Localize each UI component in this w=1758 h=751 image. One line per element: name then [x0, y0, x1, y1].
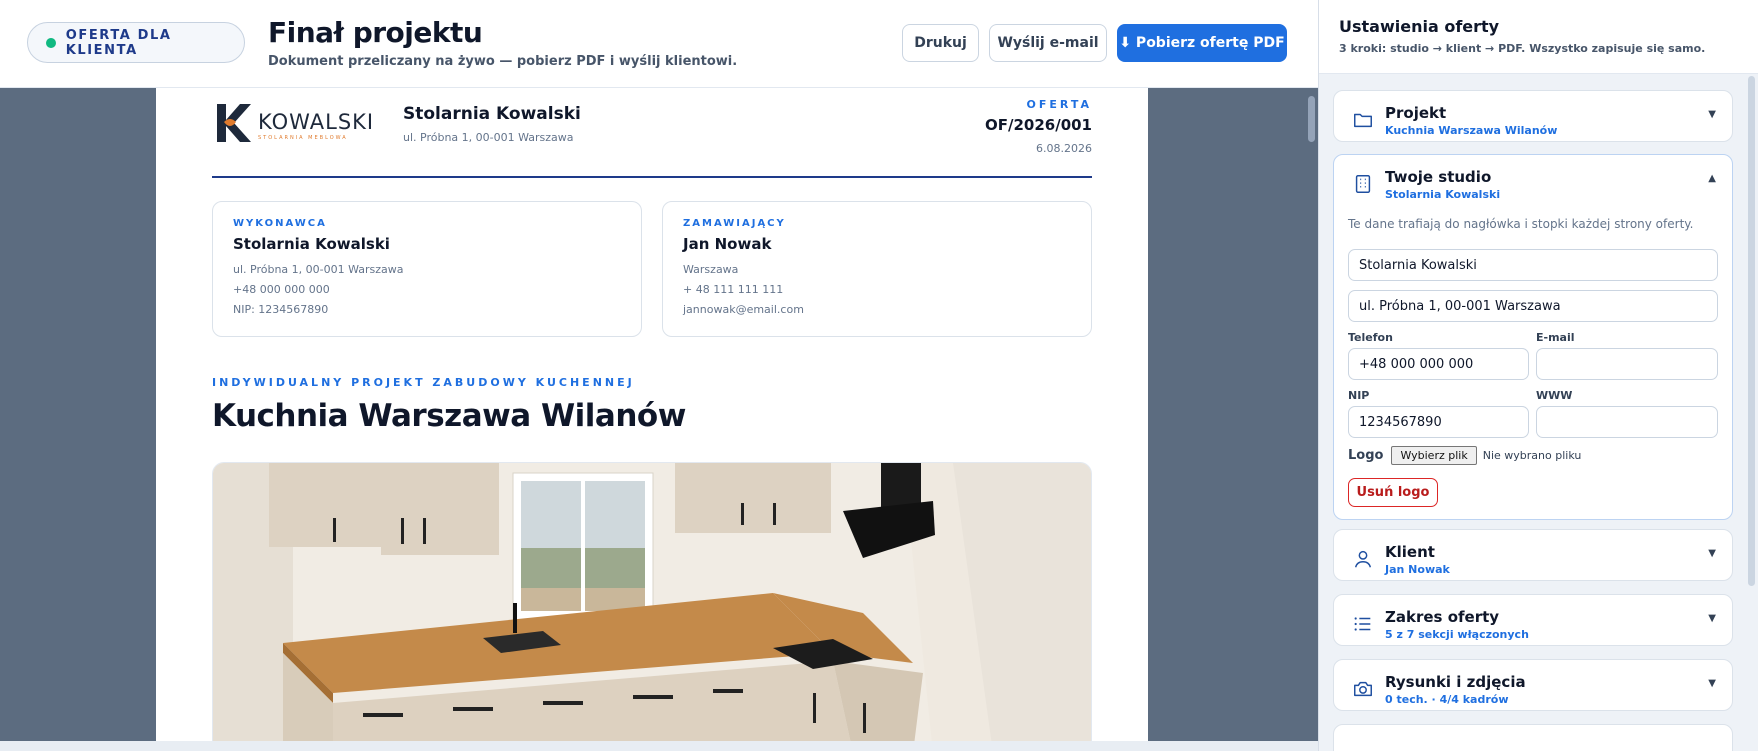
- section-next[interactable]: [1333, 724, 1733, 751]
- logo-label: Logo: [1348, 448, 1384, 463]
- www-input[interactable]: [1536, 406, 1718, 438]
- section-projekt[interactable]: Projekt Kuchnia Warszawa Wilanów ▼: [1333, 90, 1733, 142]
- contractor-card: WYKONAWCA Stolarnia Kowalski ul. Próbna …: [212, 201, 642, 337]
- section-title[interactable]: Twoje studio: [1385, 168, 1491, 186]
- folder-icon: [1354, 113, 1372, 128]
- contractor-address: ul. Próbna 1, 00-001 Warszawa: [233, 263, 404, 276]
- email-input[interactable]: [1536, 348, 1718, 380]
- chevron-down-icon: ▼: [1708, 613, 1716, 624]
- logo-tagline: STOLARNIA MEBLOWA: [258, 135, 348, 141]
- section-title: Klient: [1385, 543, 1435, 561]
- section-title: Projekt: [1385, 104, 1447, 122]
- doc-studio-name: Stolarnia Kowalski: [403, 104, 581, 124]
- section-title: Rysunki i zdjęcia: [1385, 673, 1526, 691]
- project-title: Kuchnia Warszawa Wilanów: [212, 398, 686, 434]
- client-label: ZAMAWIAJĄCY: [683, 218, 786, 229]
- top-header: OFERTA DLA KLIENTA Finał projektu Dokume…: [0, 0, 1318, 88]
- kowalski-logo-mark-icon: [217, 104, 251, 142]
- chevron-up-icon[interactable]: ▲: [1708, 173, 1716, 184]
- building-icon: [1355, 175, 1371, 193]
- studio-name-input[interactable]: [1348, 249, 1718, 281]
- chevron-down-icon: ▼: [1708, 548, 1716, 559]
- logo-upload-row: Logo Wybierz plik Nie wybrano pliku: [1348, 446, 1581, 465]
- panel-title: Ustawienia oferty: [1339, 17, 1500, 36]
- page-title: Finał projektu: [268, 16, 483, 49]
- phone-label: Telefon: [1348, 331, 1393, 344]
- status-pill-label: OFERTA DLA KLIENTA: [65, 27, 172, 58]
- user-icon: [1354, 550, 1372, 568]
- client-name: Jan Nowak: [683, 235, 772, 253]
- status-dot: [46, 37, 56, 48]
- download-pdf-button[interactable]: ⬇ Pobierz ofertę PDF: [1117, 24, 1287, 62]
- header-divider: [212, 176, 1092, 178]
- project-kicker: INDYWIDUALNY PROJEKT ZABUDOWY KUCHENNEJ: [212, 376, 635, 389]
- panel-header: Ustawienia oferty 3 kroki: studio → klie…: [1319, 0, 1758, 74]
- client-city: Warszawa: [683, 263, 739, 276]
- camera-icon: [1354, 681, 1372, 697]
- offer-status-pill: OFERTA DLA KLIENTA: [27, 22, 245, 63]
- section-zakres-oferty[interactable]: Zakres oferty 5 z 7 sekcji włączonych ▼: [1333, 594, 1733, 646]
- client-phone: + 48 111 111 111: [683, 283, 784, 296]
- client-card: ZAMAWIAJĄCY Jan Nowak Warszawa + 48 111 …: [662, 201, 1092, 337]
- phone-input[interactable]: [1348, 348, 1529, 380]
- choose-file-button[interactable]: Wybierz plik: [1391, 446, 1477, 465]
- section-title: Zakres oferty: [1385, 608, 1500, 626]
- list-icon: [1354, 617, 1371, 631]
- preview-scrollbar[interactable]: [1308, 96, 1315, 142]
- offer-date: 6.08.2026: [1036, 142, 1092, 155]
- section-summary: Stolarnia Kowalski: [1385, 188, 1501, 201]
- section-summary: 0 tech. · 4/4 kadrów: [1385, 693, 1509, 706]
- logo-wordmark: KOWALSKI: [258, 110, 375, 134]
- www-label: WWW: [1536, 389, 1573, 402]
- doc-studio-address: ul. Próbna 1, 00-001 Warszawa: [403, 131, 574, 144]
- email-label: E-mail: [1536, 331, 1575, 344]
- client-email: jannowak@email.com: [683, 303, 804, 316]
- chevron-down-icon: ▼: [1708, 109, 1716, 120]
- studio-logo: KOWALSKI STOLARNIA MEBLOWA: [214, 102, 374, 144]
- studio-address-input[interactable]: [1348, 290, 1718, 322]
- section-klient[interactable]: Klient Jan Nowak ▼: [1333, 529, 1733, 581]
- kitchen-render-image: [212, 462, 1092, 741]
- file-status: Nie wybrano pliku: [1482, 449, 1582, 462]
- chevron-down-icon: ▼: [1708, 678, 1716, 689]
- panel-subtitle: 3 kroki: studio → klient → PDF. Wszystko…: [1339, 42, 1706, 55]
- panel-scrollbar[interactable]: [1748, 76, 1755, 586]
- print-button[interactable]: Drukuj: [902, 24, 979, 62]
- studio-form-hint: Te dane trafiają do nagłówka i stopki ka…: [1348, 217, 1694, 231]
- contractor-nip: NIP: 1234567890: [233, 303, 329, 316]
- nip-label: NIP: [1348, 389, 1370, 402]
- contractor-name: Stolarnia Kowalski: [233, 235, 390, 253]
- send-email-button[interactable]: Wyślij e-mail: [989, 24, 1107, 62]
- section-twoje-studio: Twoje studio Stolarnia Kowalski ▲ Te dan…: [1333, 154, 1733, 520]
- bottom-strip: [0, 741, 1318, 751]
- contractor-label: WYKONAWCA: [233, 218, 327, 229]
- contractor-phone: +48 000 000 000: [233, 283, 330, 296]
- section-summary: Kuchnia Warszawa Wilanów: [1385, 124, 1558, 137]
- offer-label: OFERTA: [1026, 98, 1092, 111]
- section-summary: Jan Nowak: [1385, 563, 1450, 576]
- page-subtitle: Dokument przeliczany na żywo — pobierz P…: [268, 54, 738, 69]
- remove-logo-button[interactable]: Usuń logo: [1348, 478, 1438, 507]
- offer-settings-panel: Ustawienia oferty 3 kroki: studio → klie…: [1318, 0, 1758, 751]
- section-summary: 5 z 7 sekcji włączonych: [1385, 628, 1529, 641]
- offer-document-preview: KOWALSKI STOLARNIA MEBLOWA Stolarnia Kow…: [156, 88, 1148, 741]
- nip-input[interactable]: [1348, 406, 1529, 438]
- offer-number: OF/2026/001: [984, 116, 1092, 134]
- section-rysunki-i-zdjecia[interactable]: Rysunki i zdjęcia 0 tech. · 4/4 kadrów ▼: [1333, 659, 1733, 711]
